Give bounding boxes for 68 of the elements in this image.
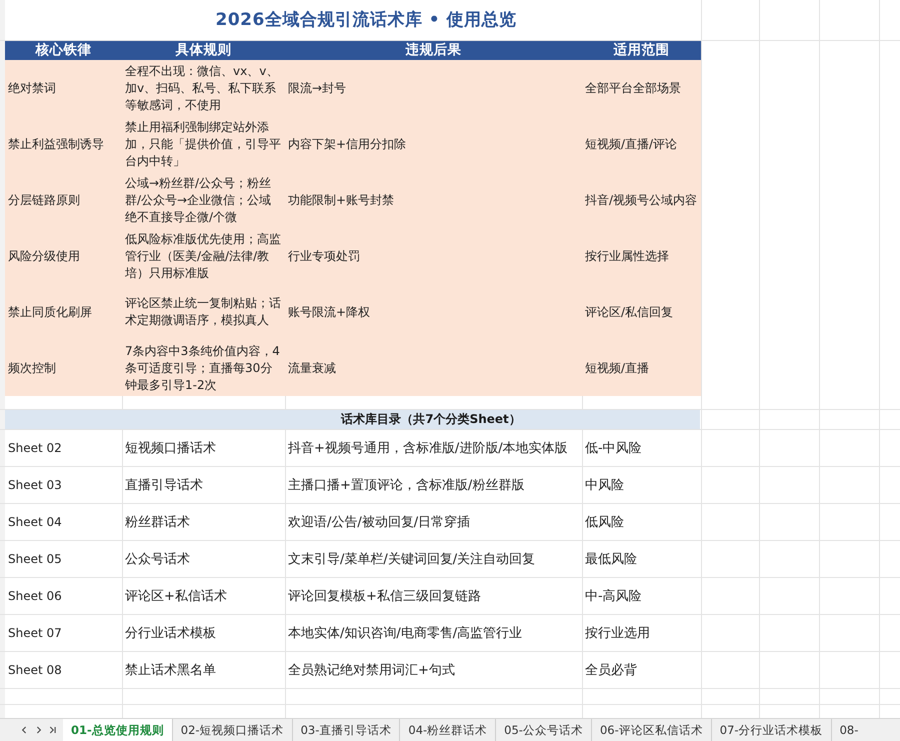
table-cell: 风险分级使用 bbox=[5, 228, 122, 284]
sheet-tab[interactable]: 05-公众号话术 bbox=[496, 719, 592, 741]
table-cell-text: 全员必背 bbox=[584, 662, 638, 680]
sheet-tab[interactable]: 07-分行业话术模板 bbox=[712, 719, 832, 741]
table-cell-text: 直播引导话术 bbox=[124, 476, 204, 494]
table-cell: 评论区禁止统一复制粘贴；话术定期微调语序，模拟真人 bbox=[122, 284, 285, 340]
table-cell-text: Sheet 05 bbox=[7, 550, 63, 568]
table-cell: 流量衰减 bbox=[285, 340, 582, 396]
table-cell-text: 本地实体/知识咨询/电商零售/高监管行业 bbox=[287, 624, 524, 642]
table-cell: 短视频/直播/评论 bbox=[582, 116, 701, 172]
sheet-tab[interactable]: 04-粉丝群话术 bbox=[400, 719, 496, 741]
table-cell-text: 全员熟记绝对禁用词汇+句式 bbox=[287, 662, 456, 680]
table-cell: 7条内容中3条纯价值内容，4条可适度引导；直播每30分钟最多引导1-2次 bbox=[122, 340, 285, 396]
table-cell-text: Sheet 06 bbox=[7, 588, 63, 604]
table-cell-text: 中风险 bbox=[584, 476, 625, 494]
table-cell-text: 最低风险 bbox=[584, 550, 638, 568]
column-header: 违规后果 bbox=[285, 41, 582, 60]
table-cell: 抖音/视频号公域内容 bbox=[582, 172, 701, 228]
table-cell-text: Sheet 02 bbox=[7, 440, 63, 456]
prev-sheet-icon[interactable] bbox=[20, 725, 29, 735]
table-cell-text: Sheet 07 bbox=[7, 624, 63, 642]
table-cell-text: 禁止话术黑名单 bbox=[124, 662, 217, 680]
table-cell: 分层链路原则 bbox=[5, 172, 122, 228]
table-cell: 禁止利益强制诱导 bbox=[5, 116, 122, 172]
table-cell: 绝对禁词 bbox=[5, 60, 122, 116]
table-cell: 低风险标准版优先使用；高监管行业（医美/金融/法律/教培）只用标准版 bbox=[122, 228, 285, 284]
table-cell: 评论区/私信回复 bbox=[582, 284, 701, 340]
sheet-tab[interactable]: 06-评论区私信话术 bbox=[592, 719, 712, 741]
column-header: 具体规则 bbox=[122, 41, 285, 60]
table-cell-text: 公众号话术 bbox=[124, 550, 191, 568]
sheet-tab[interactable]: 02-短视频口播话术 bbox=[172, 719, 293, 741]
column-header: 核心铁律 bbox=[5, 41, 122, 60]
table-cell-text: 分行业话术模板 bbox=[124, 624, 217, 642]
table-cell-text: 粉丝群话术 bbox=[124, 514, 191, 532]
table-cell-text: Sheet 03 bbox=[7, 476, 63, 494]
table-cell-text: 低-中风险 bbox=[584, 440, 643, 458]
sheet-tab[interactable]: 01-总览使用规则 bbox=[63, 719, 173, 741]
table-cell: 行业专项处罚 bbox=[285, 228, 582, 284]
table-cell: 限流→封号 bbox=[285, 60, 582, 116]
table-cell-text: 评论区+私信话术 bbox=[124, 588, 228, 606]
table-cell: 内容下架+信用分扣除 bbox=[285, 116, 582, 172]
table-cell-text: 文末引导/菜单栏/关键词回复/关注自动回复 bbox=[287, 550, 536, 568]
table-cell: 禁止同质化刷屏 bbox=[5, 284, 122, 340]
table-cell: 全部平台全部场景 bbox=[582, 60, 701, 116]
section-header: 话术库目录（共7个分类Sheet） bbox=[5, 410, 700, 429]
table-cell-text: 评论回复模板+私信三级回复链路 bbox=[287, 588, 482, 606]
table-cell-text: 短视频口播话术 bbox=[124, 440, 217, 458]
table-cell: 全程不出现：微信、vx、v、加v、扫码、私号、私下联系等敏感词，不使用 bbox=[122, 60, 285, 116]
table-cell-text: 按行业选用 bbox=[584, 624, 651, 642]
table-cell-text: 欢迎语/公告/被动回复/日常穿插 bbox=[287, 514, 472, 532]
table-cell: 频次控制 bbox=[5, 340, 122, 396]
table-cell-text: 低风险 bbox=[584, 514, 625, 532]
table-cell: 短视频/直播 bbox=[582, 340, 701, 396]
table-cell-text: Sheet 08 bbox=[7, 662, 63, 678]
column-header: 适用范围 bbox=[582, 41, 701, 60]
sheet-tab[interactable]: 03-直播引导话术 bbox=[292, 719, 400, 741]
table-cell: 账号限流+降权 bbox=[285, 284, 582, 340]
last-sheet-icon[interactable] bbox=[48, 725, 57, 735]
table-cell-text: 抖音+视频号通用，含标准版/进阶版/本地实体版 bbox=[287, 440, 569, 458]
table-cell: 功能限制+账号封禁 bbox=[285, 172, 582, 228]
table-cell-text: 中-高风险 bbox=[584, 588, 643, 606]
sheet-tab[interactable]: 08- bbox=[832, 719, 866, 741]
table-cell: 禁止用福利强制绑定站外添加，只能「提供价值，引导平台内中转」 bbox=[122, 116, 285, 172]
next-sheet-icon[interactable] bbox=[34, 725, 43, 735]
table-cell: 按行业属性选择 bbox=[582, 228, 701, 284]
table-cell-text: 主播口播+置顶评论，含标准版/粉丝群版 bbox=[287, 476, 526, 494]
table-cell: 公域→粉丝群/公众号；粉丝群/公众号→企业微信；公域绝不直接导企微/个微 bbox=[122, 172, 285, 228]
table-cell-text: Sheet 04 bbox=[7, 514, 63, 530]
